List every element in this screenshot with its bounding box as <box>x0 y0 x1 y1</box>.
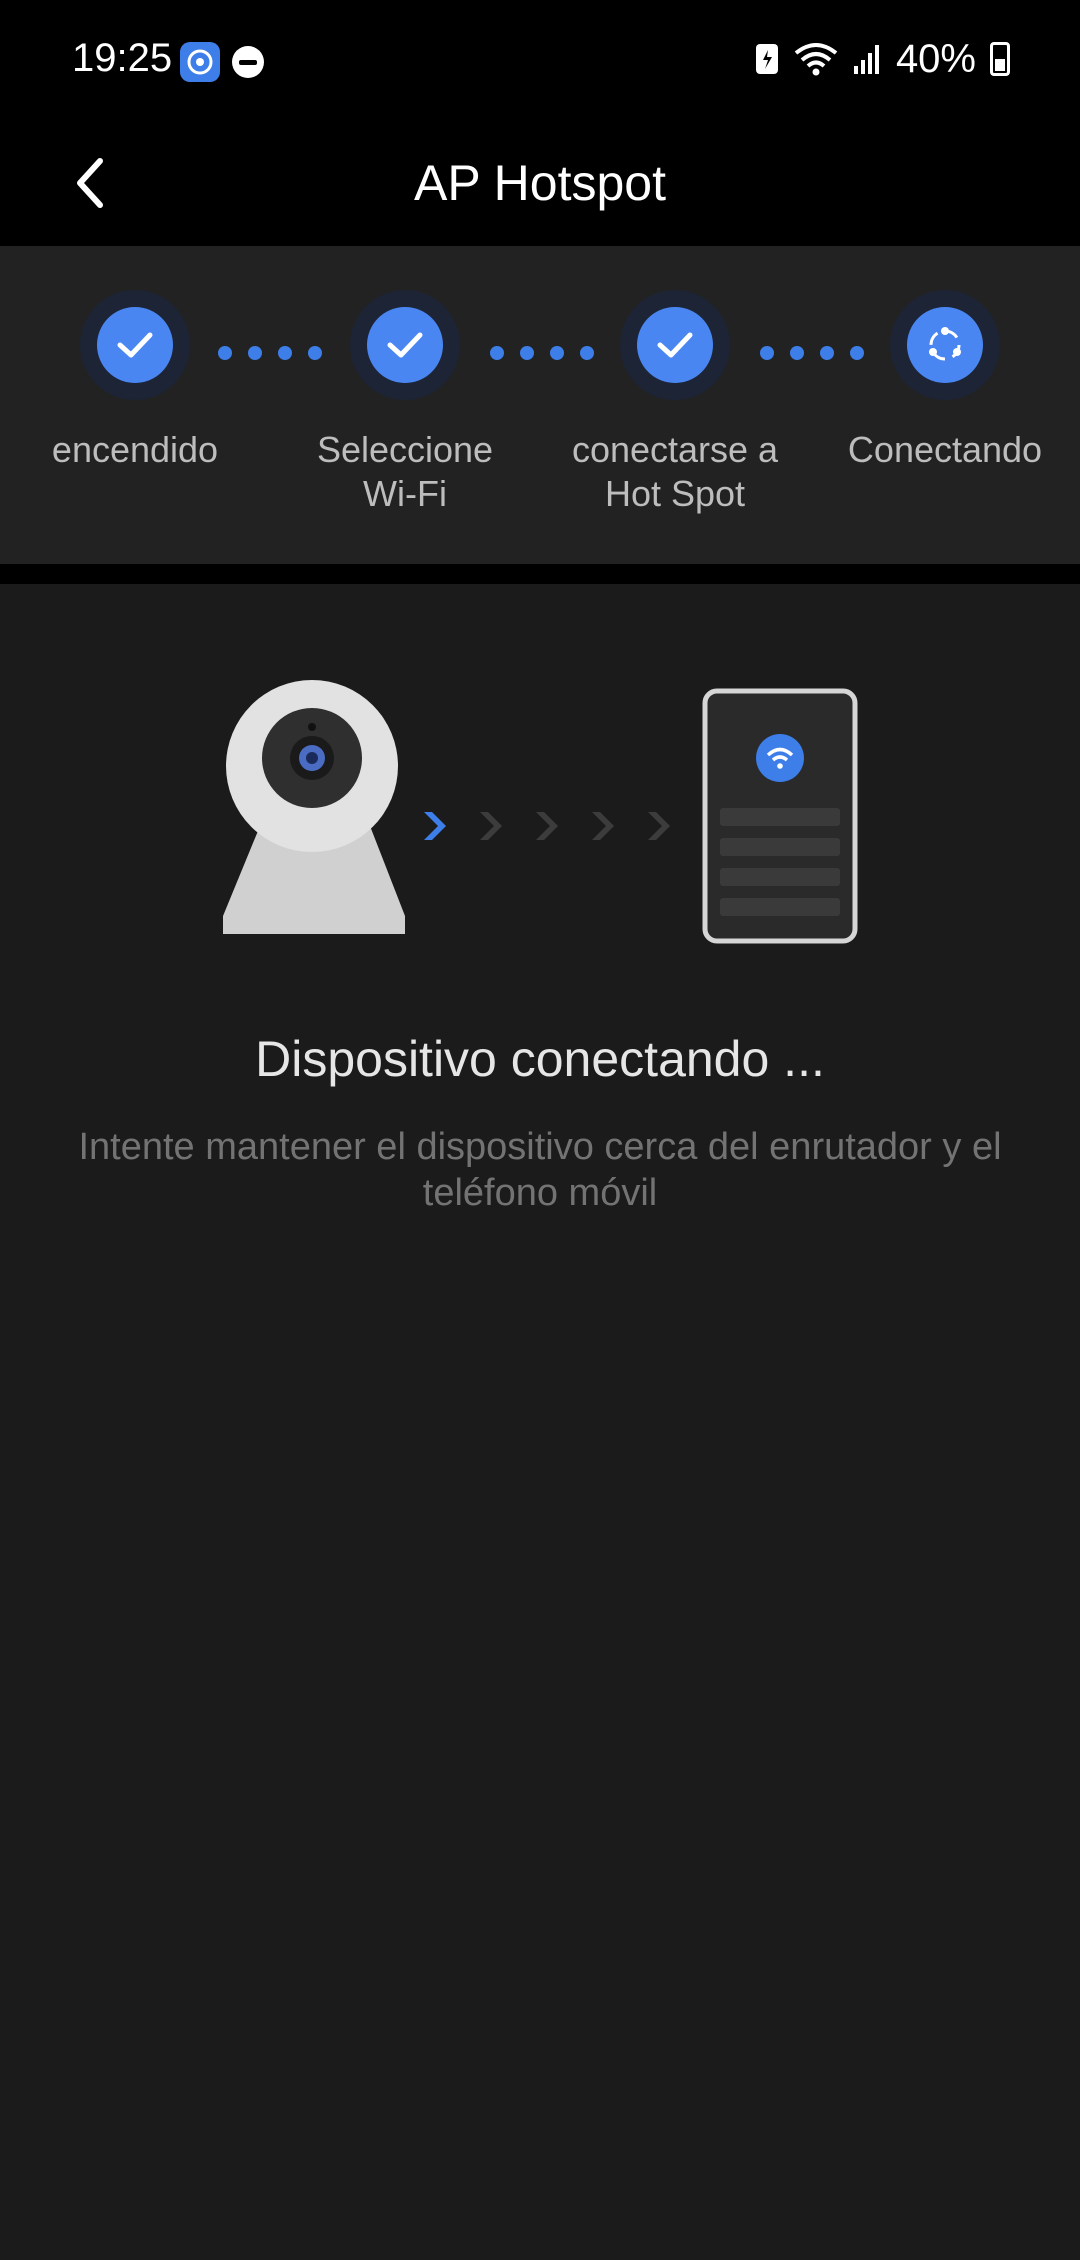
section-divider <box>0 564 1080 584</box>
do-not-disturb-icon <box>232 46 264 78</box>
app-notification-icon <box>180 42 220 82</box>
battery-percent: 40% <box>895 36 976 81</box>
check-icon <box>387 332 423 358</box>
phone-illustration <box>702 688 858 944</box>
check-icon <box>117 332 153 358</box>
connection-hint-line-1: Intente mantener el dispositivo cerca de… <box>78 1126 1002 1168</box>
app-header: AP Hotspot <box>0 120 1080 246</box>
status-time: 19:25 <box>72 36 173 80</box>
connection-status-title: Dispositivo conectando ... <box>255 1031 825 1087</box>
step-1-indicator <box>80 290 190 400</box>
connection-hint: Intente mantener el dispositivo cerca de… <box>40 1124 1040 1216</box>
wifi-icon <box>794 43 838 76</box>
connecting-icon <box>929 327 961 361</box>
camera-illustration <box>223 680 405 934</box>
step-connector-2 <box>490 346 594 360</box>
step-connector-3 <box>760 346 864 360</box>
step-2-label: Seleccione Wi-Fi <box>295 428 515 516</box>
page-title: AP Hotspot <box>413 155 666 211</box>
step-2-label-line-2: Wi-Fi <box>363 473 447 514</box>
step-1-label: encendido <box>25 428 245 472</box>
status-bar: 19:25 40% <box>0 0 1080 120</box>
check-icon <box>657 332 693 358</box>
step-3-label-line-1: conectarse a <box>571 429 779 470</box>
status-right: 40% <box>754 34 1010 84</box>
connection-hint-line-2: teléfono móvil <box>422 1172 658 1214</box>
signal-icon <box>853 45 879 74</box>
step-1-label-line-1: encendido <box>51 429 219 470</box>
step-4-indicator <box>890 290 1000 400</box>
step-4-label: Conectando <box>835 428 1055 472</box>
step-3-label-line-2: Hot Spot <box>604 473 746 514</box>
battery-saver-icon <box>755 44 778 74</box>
step-3-label: conectarse a Hot Spot <box>565 428 785 516</box>
step-2-indicator <box>350 290 460 400</box>
step-4-label-line-1: Conectando <box>847 429 1043 470</box>
step-3-indicator <box>620 290 730 400</box>
battery-icon <box>990 42 1010 76</box>
step-2-label-line-1: Seleccione <box>316 429 494 470</box>
transfer-arrows <box>424 812 670 840</box>
progress-steps-panel <box>0 246 1080 564</box>
step-connector-1 <box>218 346 322 360</box>
